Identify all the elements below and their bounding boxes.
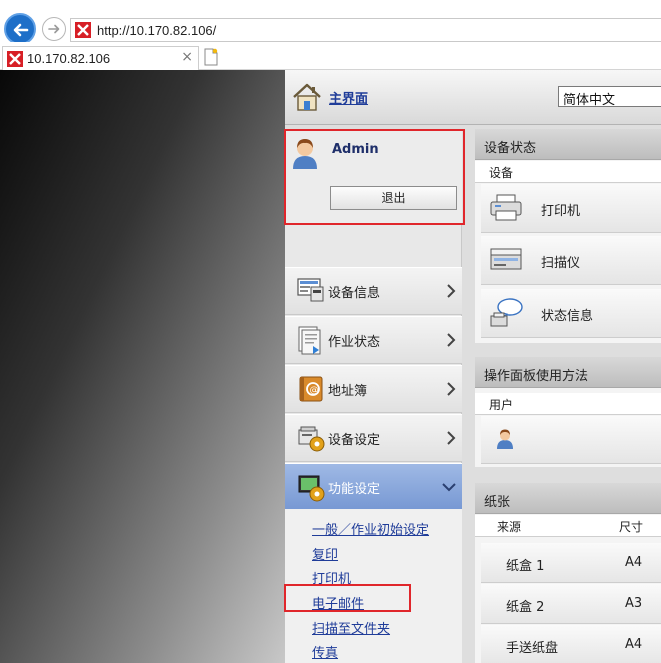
paper-source: 手送纸盘: [506, 641, 559, 656]
paper-row[interactable]: 手送纸盘 A4: [481, 625, 661, 663]
tab-close-icon[interactable]: ×: [181, 49, 193, 65]
panel-usage-panel: 操作面板使用方法 用户: [475, 357, 661, 467]
panel-usage-header: 操作面板使用方法: [475, 357, 661, 388]
panel-usage-section: 用户: [475, 393, 661, 415]
sidebar-item-label: 设备信息: [328, 286, 381, 301]
left-navigation: Admin 退出 设备信息 作业状态 @ 地址簿 设备设定 功能设定 一般／作业…: [284, 129, 465, 663]
device-section-label: 设备: [475, 161, 661, 183]
device-row-status-info[interactable]: 状态信息: [481, 289, 661, 338]
chevron-right-icon: [447, 284, 456, 298]
submenu-link-general[interactable]: 一般／作业初始设定: [312, 519, 429, 538]
arrow-left-icon: [13, 23, 29, 37]
address-bar[interactable]: http://10.170.82.106/: [70, 18, 661, 42]
paper-col-source: 来源: [497, 520, 522, 534]
address-book-icon: @: [299, 376, 323, 402]
device-status-panel: 设备状态 设备 打印机 扫描仪 状态信息: [475, 129, 661, 343]
device-status-header: 设备状态: [475, 129, 661, 160]
paper-column-header: 来源 尺寸: [475, 515, 661, 537]
highlight-box-email: [284, 584, 411, 612]
paper-source: 纸盒 2: [506, 600, 545, 615]
device-status-title: 设备状态: [484, 141, 537, 156]
device-info-icon: [297, 278, 324, 302]
chevron-right-icon: [447, 333, 456, 347]
submenu-link-scan-to-folder[interactable]: 扫描至文件夹: [312, 618, 390, 637]
back-button[interactable]: [4, 13, 36, 45]
job-status-icon: [298, 326, 321, 355]
paper-size: A3: [625, 596, 643, 611]
chevron-right-icon: [447, 382, 456, 396]
scanner-icon: [490, 248, 522, 270]
sidebar-item-device-settings[interactable]: 设备设定: [285, 414, 462, 462]
chevron-down-icon: [442, 483, 456, 492]
device-settings-icon: [298, 426, 325, 452]
browser-tab[interactable]: 10.170.82.106 ×: [2, 46, 199, 70]
new-tab-icon[interactable]: [202, 47, 220, 67]
function-settings-icon: [298, 475, 325, 502]
panel-usage-section-text: 用户: [489, 398, 514, 412]
site-favicon-icon: [75, 22, 91, 38]
tab-favicon-icon: [7, 51, 23, 67]
forward-button[interactable]: [42, 17, 66, 41]
sidebar-item-label: 地址簿: [328, 384, 368, 399]
device-top-bar: 主界面 简体中文: [285, 70, 661, 125]
browser-address-bar-row: http://10.170.82.106/: [0, 0, 661, 45]
paper-source: 纸盒 1: [506, 559, 545, 574]
paper-size: A4: [625, 555, 643, 570]
paper-row[interactable]: 纸盒 1 A4: [481, 543, 661, 583]
device-label: 打印机: [541, 204, 581, 219]
tab-title: 10.170.82.106: [27, 51, 111, 66]
sidebar-item-device-info[interactable]: 设备信息: [285, 267, 462, 315]
status-info-icon: [490, 298, 523, 327]
device-label: 状态信息: [541, 309, 594, 324]
home-link[interactable]: 主界面: [329, 88, 368, 107]
sidebar-item-job-status[interactable]: 作业状态: [285, 316, 462, 364]
paper-header: 纸张: [475, 483, 661, 514]
sidebar-item-function-settings[interactable]: 功能设定: [285, 463, 462, 511]
language-select[interactable]: 简体中文: [558, 86, 661, 108]
user-icon: [497, 429, 513, 449]
printer-icon: [490, 194, 522, 221]
sidebar-item-label: 功能设定: [328, 482, 381, 497]
paper-panel: 纸张 来源 尺寸 纸盒 1 A4 纸盒 2 A3 手送纸盘 A4: [475, 483, 661, 663]
device-row-scanner[interactable]: 扫描仪: [481, 236, 661, 285]
device-row-printer[interactable]: 打印机: [481, 184, 661, 233]
panel-usage-title: 操作面板使用方法: [484, 369, 589, 384]
address-url: http://10.170.82.106/: [97, 23, 217, 38]
arrow-right-icon: [48, 24, 60, 34]
paper-size: A4: [625, 637, 643, 652]
paper-col-size: 尺寸: [619, 520, 644, 534]
submenu-link-fax[interactable]: 传真: [312, 642, 338, 661]
browser-tab-strip: 10.170.82.106 ×: [0, 42, 661, 70]
paper-row[interactable]: 纸盒 2 A3: [481, 584, 661, 624]
page-background: [0, 70, 285, 663]
paper-title: 纸张: [484, 495, 511, 510]
sidebar-item-label: 作业状态: [328, 335, 381, 350]
panel-usage-user-row[interactable]: [481, 416, 661, 464]
home-icon[interactable]: [291, 82, 323, 112]
submenu-link-copy[interactable]: 复印: [312, 544, 338, 563]
svg-text:@: @: [310, 386, 319, 396]
chevron-right-icon: [447, 431, 456, 445]
sidebar-item-address-book[interactable]: @ 地址簿: [285, 365, 462, 413]
device-label: 扫描仪: [541, 256, 581, 271]
highlight-box-user: [284, 129, 465, 225]
device-section-text: 设备: [489, 166, 514, 180]
sidebar-item-label: 设备设定: [328, 433, 381, 448]
